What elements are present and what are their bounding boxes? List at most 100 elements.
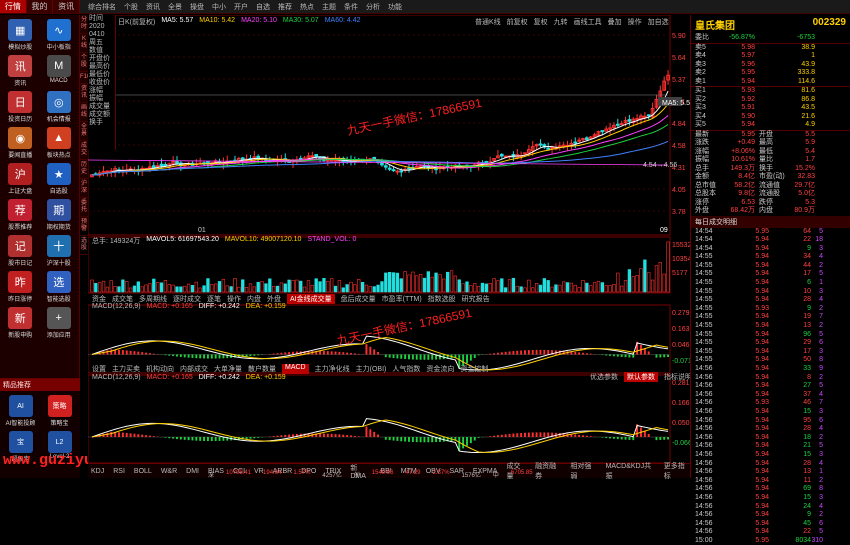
vtab-6[interactable]: 全景 [80, 122, 88, 141]
toolbar-button-7[interactable]: 自选 [256, 2, 270, 12]
volume-bar [98, 283, 101, 292]
vtab-3[interactable]: F10 [80, 72, 88, 84]
toolbar-button-0[interactable]: 综合排名 [88, 2, 116, 12]
tab-mine[interactable]: 我的 [27, 0, 54, 13]
ind-tab2-11[interactable]: 资金控制 [460, 364, 488, 374]
tick-time: 14:56 [695, 434, 727, 443]
ind-tab2-2[interactable]: 机构动向 [146, 364, 174, 374]
app-tile-2[interactable]: 讯资讯 [2, 55, 39, 89]
volume-bar [152, 279, 155, 292]
app-tile-15[interactable]: 选智能选股 [41, 271, 78, 305]
app-tile-14[interactable]: 昨昨日涨停 [2, 271, 39, 305]
app-tile-1[interactable]: ∿中小板指 [41, 19, 78, 53]
cursor-info-panel: 时间20200410周五数值开盘价最高价最低价收盘价涨幅振幅成交量成交额换手 [88, 15, 116, 150]
vtab-2[interactable]: 个股 [80, 53, 88, 72]
ind-tab1-12[interactable]: 研究报告 [462, 294, 490, 304]
toolbar-button-11[interactable]: 条件 [344, 2, 358, 12]
toolbar-button-13[interactable]: 功能 [388, 2, 402, 12]
toolbar-button-5[interactable]: 中小 [212, 2, 226, 12]
ind-tab2-1[interactable]: 主力买卖 [112, 364, 140, 374]
toolbar-button-8[interactable]: 推荐 [278, 2, 292, 12]
info-row: 开盘价 [88, 55, 115, 63]
kline-tool-2[interactable]: 复权 [534, 17, 548, 27]
kline-tool-0[interactable]: 普通K线 [475, 17, 501, 27]
app-tile-6[interactable]: ◉要闻直播 [2, 127, 39, 161]
ind-tab1-8[interactable]: AI金线成交量 [287, 294, 335, 304]
toolbar-button-9[interactable]: 热点 [300, 2, 314, 12]
candle-body [408, 168, 411, 169]
app-tile-17[interactable]: +添加应用 [41, 307, 78, 341]
ind-tab2-6[interactable]: MACD [282, 364, 309, 374]
toolbar-button-3[interactable]: 全景 [168, 2, 182, 12]
vtab-5[interactable]: 画线 [80, 103, 88, 122]
toolbar-button-2[interactable]: 资讯 [146, 2, 160, 12]
volume-bar [412, 272, 415, 292]
ind-tab2-3[interactable]: 内部成交 [180, 364, 208, 374]
ind-tab2-4[interactable]: 大单净量 [214, 364, 242, 374]
vtab-1[interactable]: K线 [80, 34, 88, 53]
vtab-9[interactable]: 沪深 [80, 179, 88, 198]
volume-bar [245, 287, 248, 292]
kline-tool-7[interactable]: 加自选 [648, 17, 669, 27]
tab-market[interactable]: 行情 [0, 0, 27, 13]
toolbar-button-10[interactable]: 主题 [322, 2, 336, 12]
app-tile-3[interactable]: MMACD [41, 55, 78, 89]
vtab-4[interactable]: 资讯 [80, 84, 88, 103]
news-icon: 讯 [8, 55, 32, 77]
app-tile-4[interactable]: 日投资日历 [2, 91, 39, 125]
ind-tab2-8[interactable]: 主力(OBI) [356, 364, 387, 374]
tick-count: 5 [811, 528, 823, 537]
app-tile-10[interactable]: 荐股票推荐 [2, 199, 39, 233]
volume-bar [180, 287, 183, 292]
macd-btn-0[interactable]: 优选参数 [590, 372, 618, 382]
vtab-12[interactable]: 选股 [80, 236, 88, 255]
order-label: 买3 [695, 104, 723, 113]
order-price: 5.91 [723, 104, 755, 113]
app-tile-7[interactable]: ▲板块热点 [41, 127, 78, 161]
volume-bar [125, 281, 128, 292]
vtab-0[interactable]: 分时 [80, 15, 88, 34]
kline-tool-1[interactable]: 前复权 [507, 17, 528, 27]
toolbar-button-4[interactable]: 操盘 [190, 2, 204, 12]
featured-tile-1[interactable]: 策略策略宝 [41, 395, 78, 429]
vtab-7[interactable]: 成交 [80, 141, 88, 160]
vtab-11[interactable]: 预警 [80, 217, 88, 236]
featured-tile-0[interactable]: AIAI智能投顾 [2, 395, 39, 429]
option-icon: 期 [47, 199, 71, 221]
app-tile-13[interactable]: 十沪深十股 [41, 235, 78, 269]
vtab-10[interactable]: 委托 [80, 198, 88, 217]
tick-volume: 69 [769, 485, 811, 494]
toolbar-button-6[interactable]: 开户 [234, 2, 248, 12]
tick-count: 7 [811, 399, 823, 408]
chart-canvas[interactable]: 5.905.645.375.114.844.584.314.053.781553… [88, 15, 690, 478]
toolbar-button-12[interactable]: 分析 [366, 2, 380, 12]
app-tile-8[interactable]: 沪上证大盘 [2, 163, 39, 197]
kline-tool-3[interactable]: 九转 [554, 17, 568, 27]
ind-tab2-9[interactable]: 人气指数 [392, 364, 420, 374]
volume-bar [238, 287, 241, 292]
macd-btn-2[interactable]: 指标说明 [664, 372, 692, 382]
volume-bar [272, 286, 275, 292]
tab-news[interactable]: 资讯 [53, 0, 80, 13]
app-tile-16[interactable]: 新新股申购 [2, 307, 39, 341]
ind-tab1-11[interactable]: 指数选股 [428, 294, 456, 304]
vtab-8[interactable]: 历史 [80, 160, 88, 179]
app-tile-5[interactable]: ◎机会情报 [41, 91, 78, 125]
kline-tool-4[interactable]: 画线工具 [574, 17, 602, 27]
app-tile-11[interactable]: 期期权期货 [41, 199, 78, 233]
kline-y-label: 4.58 [672, 143, 686, 150]
app-tile-9[interactable]: ★自选股 [41, 163, 78, 197]
ind-tab2-5[interactable]: 散户数量 [248, 364, 276, 374]
toolbar-button-1[interactable]: 个股 [124, 2, 138, 12]
volume-bar [497, 281, 500, 292]
ind-tab2-10[interactable]: 资金流向 [426, 364, 454, 374]
app-tile-12[interactable]: 记股市日记 [2, 235, 39, 269]
ind-tab2-0[interactable]: 设置 [92, 364, 106, 374]
ind-tab1-9[interactable]: 盘后成交量 [341, 294, 376, 304]
kline-tool-5[interactable]: 叠加 [608, 17, 622, 27]
app-tile-0[interactable]: ▦模拟炒股 [2, 19, 39, 53]
ind-tab2-7[interactable]: 主力净化线 [315, 364, 350, 374]
kline-tool-6[interactable]: 操作 [628, 17, 642, 27]
macd-btn-1[interactable]: 默认参数 [624, 372, 658, 382]
ind-tab1-10[interactable]: 市盈率(TTM) [382, 294, 422, 304]
